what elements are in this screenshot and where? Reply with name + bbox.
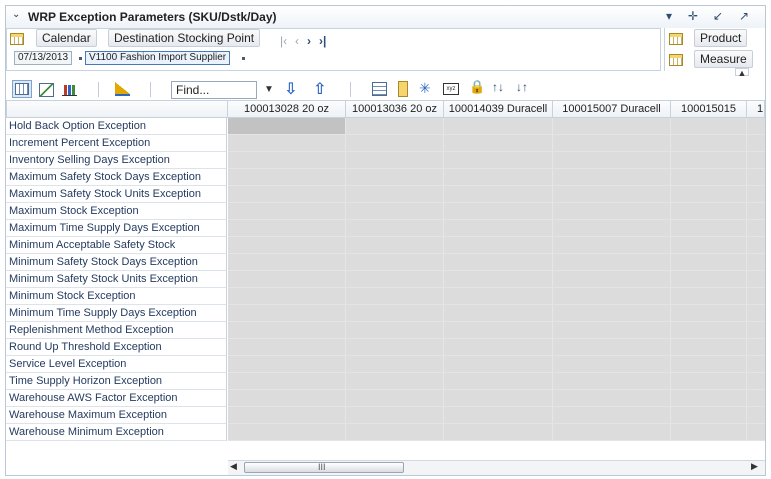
row-header[interactable]: Time Supply Horizon Exception: [6, 373, 227, 390]
tile-product[interactable]: Product: [694, 29, 748, 47]
layout-select-icon[interactable]: [372, 82, 387, 96]
row-header[interactable]: Maximum Stock Exception: [6, 203, 227, 220]
data-grid[interactable]: [228, 118, 765, 441]
prev-page-icon[interactable]: ‹: [295, 34, 299, 48]
minimize-icon[interactable]: ↙: [713, 9, 723, 23]
sort-descending-icon[interactable]: ↓↑: [516, 80, 528, 94]
toolbar-separator: [98, 82, 99, 97]
row-header[interactable]: Minimum Time Supply Days Exception: [6, 305, 227, 322]
grid-line: [228, 304, 765, 305]
find-previous-arrow-up-icon[interactable]: ⇧: [313, 79, 326, 99]
row-header[interactable]: Maximum Safety Stock Units Exception: [6, 186, 227, 203]
grid-line: [228, 355, 765, 356]
scrollbar-grip: III: [318, 462, 326, 472]
scroll-left-icon[interactable]: ◀: [230, 461, 237, 472]
first-page-icon[interactable]: |‹: [280, 34, 287, 48]
grid-line: [345, 118, 346, 441]
highlight-column-icon[interactable]: [398, 81, 408, 97]
grid-line: [228, 185, 765, 186]
grid-line: [443, 118, 444, 441]
row-header[interactable]: Maximum Time Supply Days Exception: [6, 220, 227, 237]
column-header[interactable]: 1: [747, 100, 765, 118]
collapse-pivot-icon[interactable]: ▲: [735, 68, 749, 78]
column-header[interactable]: 100015015: [671, 100, 747, 118]
row-header[interactable]: Warehouse AWS Factor Exception: [6, 390, 227, 407]
xyz-format-icon[interactable]: xyz: [443, 83, 459, 95]
area-chart-icon[interactable]: [115, 82, 130, 96]
grid-line: [228, 253, 765, 254]
maximize-icon[interactable]: ↗: [739, 9, 749, 23]
filter-supplier[interactable]: V1100 Fashion Import Supplier: [85, 51, 231, 65]
corner-header: [6, 100, 228, 118]
scroll-right-icon[interactable]: ▶: [751, 461, 758, 472]
measure-tiles-grid-icon: [669, 54, 683, 66]
grid-line: [228, 270, 765, 271]
filter-separator: [242, 57, 245, 60]
grid-line: [228, 151, 765, 152]
grid-line: [746, 118, 747, 441]
row-tiles-grid-icon: [10, 33, 24, 45]
toolbar-separator: [350, 82, 351, 97]
row-header[interactable]: Inventory Selling Days Exception: [6, 152, 227, 169]
row-header[interactable]: Maximum Safety Stock Days Exception: [6, 169, 227, 186]
find-input[interactable]: Find...: [171, 81, 257, 99]
row-header[interactable]: Replenishment Method Exception: [6, 322, 227, 339]
grid-line: [228, 338, 765, 339]
grid-line: [228, 134, 765, 135]
row-header[interactable]: Warehouse Maximum Exception: [6, 407, 227, 424]
row-header[interactable]: Round Up Threshold Exception: [6, 339, 227, 356]
tile-measure[interactable]: Measure: [694, 50, 753, 68]
column-tiles-grid-icon: [669, 33, 683, 45]
row-header[interactable]: Warehouse Minimum Exception: [6, 424, 227, 441]
tile-calendar[interactable]: Calendar: [36, 29, 97, 47]
row-header[interactable]: Service Level Exception: [6, 356, 227, 373]
column-header[interactable]: 100013028 20 oz: [228, 100, 346, 118]
column-header[interactable]: 100014039 Duracell: [444, 100, 553, 118]
collapse-chevron-icon[interactable]: ⌄: [12, 9, 20, 20]
filter-date[interactable]: 07/13/2013: [14, 51, 73, 65]
next-page-icon[interactable]: ›: [307, 34, 311, 48]
selected-cell[interactable]: [228, 118, 345, 135]
split-view-icon[interactable]: ✳: [419, 80, 431, 97]
grid-line: [228, 236, 765, 237]
grid-line: [228, 168, 765, 169]
move-icon[interactable]: ✛: [688, 9, 698, 23]
bar-chart-icon[interactable]: [62, 82, 77, 96]
toolbar-separator: [150, 82, 151, 97]
row-header[interactable]: Minimum Acceptable Safety Stock: [6, 237, 227, 254]
last-page-icon[interactable]: ›|: [319, 34, 326, 48]
window-title: WRP Exception Parameters (SKU/Dstk/Day): [28, 10, 277, 24]
grid-line: [228, 321, 765, 322]
row-header[interactable]: Hold Back Option Exception: [6, 118, 227, 135]
row-header[interactable]: Minimum Safety Stock Units Exception: [6, 271, 227, 288]
find-next-arrow-down-icon[interactable]: ⇩: [284, 79, 297, 99]
sort-ascending-icon[interactable]: ↑↓: [492, 80, 504, 94]
grid-line: [228, 423, 765, 424]
grid-line: [670, 118, 671, 441]
column-header[interactable]: 100013036 20 oz: [346, 100, 444, 118]
grid-line: [228, 440, 765, 441]
grid-line: [228, 202, 765, 203]
table-icon: [15, 83, 29, 95]
grid-line: [228, 372, 765, 373]
grid-line: [228, 389, 765, 390]
grid-line: [228, 219, 765, 220]
tile-destination-stocking-point[interactable]: Destination Stocking Point: [108, 29, 261, 47]
row-header[interactable]: Minimum Stock Exception: [6, 288, 227, 305]
grid-line: [228, 287, 765, 288]
filter-separator: [79, 57, 82, 60]
lock-icon[interactable]: 🔒: [469, 79, 485, 95]
dropdown-arrow-icon[interactable]: ▾: [666, 9, 672, 23]
row-header[interactable]: Minimum Safety Stock Days Exception: [6, 254, 227, 271]
column-header[interactable]: 100015007 Duracell: [553, 100, 671, 118]
grid-line: [552, 118, 553, 441]
grid-line: [228, 406, 765, 407]
find-dropdown-icon[interactable]: ▼: [264, 84, 274, 95]
chart-table-icon[interactable]: [39, 83, 54, 97]
row-header[interactable]: Increment Percent Exception: [6, 135, 227, 152]
